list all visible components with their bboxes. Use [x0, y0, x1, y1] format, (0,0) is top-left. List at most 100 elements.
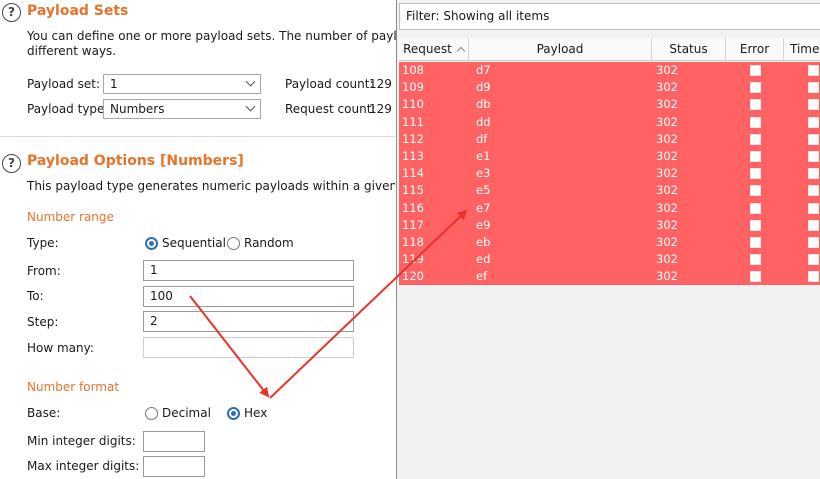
- column-header-error[interactable]: Error: [726, 38, 784, 60]
- status-cell: 302: [656, 131, 678, 146]
- timeout-checkbox[interactable]: [808, 65, 819, 76]
- error-checkbox[interactable]: [750, 116, 761, 128]
- sequential-radio[interactable]: [145, 237, 158, 250]
- timeout-checkbox[interactable]: [808, 202, 819, 214]
- error-checkbox[interactable]: [750, 133, 761, 145]
- request-cell: 114: [402, 166, 424, 181]
- step-label: Step:: [27, 315, 59, 329]
- payload-cell: e9: [476, 217, 491, 232]
- to-input[interactable]: 100: [143, 286, 354, 307]
- error-checkbox[interactable]: [750, 99, 761, 111]
- error-checkbox[interactable]: [750, 150, 761, 162]
- payload-cell: db: [476, 97, 491, 112]
- payload-cell: dd: [476, 114, 491, 129]
- max-digits-input[interactable]: [143, 456, 205, 477]
- filter-bar[interactable]: Filter: Showing all items: [399, 3, 820, 30]
- random-label[interactable]: Random: [244, 236, 294, 250]
- min-digits-input[interactable]: [143, 431, 205, 452]
- timeout-checkbox[interactable]: [808, 271, 819, 283]
- table-row[interactable]: 112 df 302: [399, 130, 820, 148]
- payload-cell: ef: [476, 269, 488, 284]
- base-label: Base:: [27, 406, 61, 420]
- table-row[interactable]: 110 db 302: [399, 96, 820, 114]
- timeout-checkbox[interactable]: [808, 185, 819, 197]
- table-row[interactable]: 119 ed 302: [399, 251, 820, 269]
- hex-label[interactable]: Hex: [244, 406, 267, 420]
- timeout-checkbox[interactable]: [808, 219, 819, 231]
- chevron-down-icon: [245, 76, 256, 87]
- status-cell: 302: [656, 80, 678, 95]
- error-checkbox[interactable]: [750, 271, 761, 283]
- hex-radio[interactable]: [227, 407, 240, 420]
- error-checkbox[interactable]: [750, 236, 761, 248]
- table-row[interactable]: 120 ef 302: [399, 268, 820, 286]
- status-cell: 302: [656, 166, 678, 181]
- error-checkbox[interactable]: [750, 82, 761, 94]
- request-count-value: 129: [369, 102, 392, 116]
- help-icon[interactable]: ?: [2, 3, 21, 22]
- payload-set-select[interactable]: 1: [103, 74, 261, 94]
- help-icon[interactable]: ?: [2, 154, 21, 173]
- table-row[interactable]: 109 d9 302: [399, 79, 820, 97]
- status-cell: 302: [656, 114, 678, 129]
- request-cell: 116: [402, 200, 424, 215]
- status-cell: 302: [656, 148, 678, 163]
- table-row[interactable]: 108 d7 302: [399, 62, 820, 80]
- table-row[interactable]: 115 e5 302: [399, 182, 820, 200]
- column-header-label: Status: [669, 42, 708, 56]
- payload-options-description: This payload type generates numeric payl…: [27, 179, 395, 193]
- payload-type-select[interactable]: Numbers: [103, 99, 261, 119]
- error-checkbox[interactable]: [750, 65, 761, 76]
- column-header-label: Request: [403, 42, 452, 56]
- table-row[interactable]: 114 e3 302: [399, 165, 820, 183]
- error-checkbox[interactable]: [750, 202, 761, 214]
- step-input[interactable]: 2: [143, 311, 354, 332]
- table-row[interactable]: 116 e7 302: [399, 199, 820, 217]
- timeout-checkbox[interactable]: [808, 116, 819, 128]
- payload-cell: e7: [476, 200, 491, 215]
- error-checkbox[interactable]: [750, 219, 761, 231]
- error-checkbox[interactable]: [750, 168, 761, 180]
- timeout-checkbox[interactable]: [808, 99, 819, 111]
- max-digits-label: Max integer digits:: [27, 459, 140, 473]
- column-header-label: Payload: [536, 42, 584, 56]
- column-header-payload[interactable]: Payload: [469, 38, 652, 60]
- error-checkbox[interactable]: [750, 185, 761, 197]
- status-cell: 302: [656, 200, 678, 215]
- timeout-checkbox[interactable]: [808, 82, 819, 94]
- timeout-checkbox[interactable]: [808, 168, 819, 180]
- table-row[interactable]: 117 e9 302: [399, 216, 820, 234]
- payload-count-value: 129: [369, 77, 392, 91]
- section-divider: [0, 136, 395, 137]
- payload-type-value: Numbers: [110, 102, 165, 116]
- table-row[interactable]: 113 e1 302: [399, 147, 820, 166]
- how-many-input[interactable]: [143, 337, 354, 358]
- decimal-label[interactable]: Decimal: [162, 406, 211, 420]
- decimal-radio[interactable]: [145, 407, 158, 420]
- results-table-header: Request Payload Status Error Time: [399, 38, 820, 61]
- min-digits-label: Min integer digits:: [27, 434, 136, 448]
- from-input[interactable]: 1: [143, 260, 354, 281]
- table-row[interactable]: 118 eb 302: [399, 233, 820, 252]
- column-header-status[interactable]: Status: [652, 38, 726, 60]
- table-row[interactable]: 111 dd 302: [399, 113, 820, 131]
- payload-cell: e3: [476, 166, 491, 181]
- payload-set-value: 1: [110, 77, 118, 91]
- timeout-checkbox[interactable]: [808, 254, 819, 266]
- request-cell: 113: [402, 148, 424, 163]
- column-header-time[interactable]: Time: [784, 38, 820, 60]
- request-cell: 109: [402, 80, 424, 95]
- request-cell: 119: [402, 252, 424, 267]
- timeout-checkbox[interactable]: [808, 133, 819, 145]
- status-cell: 302: [656, 183, 678, 198]
- error-checkbox[interactable]: [750, 254, 761, 266]
- random-radio[interactable]: [227, 237, 240, 250]
- payload-type-label: Payload type:: [27, 102, 109, 116]
- status-cell: 302: [656, 234, 678, 249]
- payload-sets-description: You can define one or more payload sets.…: [27, 29, 448, 43]
- timeout-checkbox[interactable]: [808, 150, 819, 162]
- payload-cell: d9: [476, 80, 491, 95]
- column-header-request[interactable]: Request: [399, 38, 469, 60]
- timeout-checkbox[interactable]: [808, 236, 819, 248]
- sequential-label[interactable]: Sequential: [162, 236, 226, 250]
